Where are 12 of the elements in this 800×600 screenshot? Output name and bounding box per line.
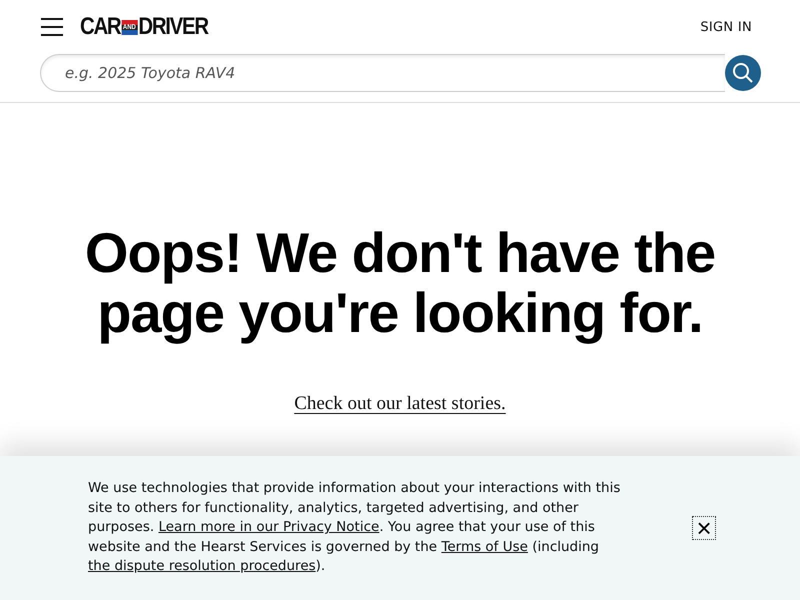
notice-link[interactable]: the dispute resolution procedures bbox=[88, 558, 316, 574]
privacy-notice: We use technologies that provide information about your interactions with this site to others for functionality, analytics, targeted advertising, and other purposes. Learn more in our Privacy Notice. You agree that your use of this website and the Hearst Services is governed by the Terms of Use (including the dispute resolution procedures). bbox=[88, 479, 622, 576]
error-heading: Oops! We don't have the page you're looking for. bbox=[84, 223, 716, 343]
notice-link[interactable]: Learn more in our Privacy Notice bbox=[158, 519, 380, 536]
notice-link[interactable]: Terms of Use bbox=[441, 538, 528, 555]
menu-icon[interactable] bbox=[40, 17, 64, 37]
sign-in-link[interactable]: SIGN IN bbox=[700, 20, 752, 34]
search-icon bbox=[732, 62, 754, 84]
close-button[interactable]: × bbox=[692, 516, 716, 540]
search-field[interactable]: e.g. 2025 Toyota RAV4 bbox=[40, 54, 725, 92]
latest-stories-link[interactable]: Check out our latest stories. bbox=[294, 393, 506, 415]
search-button[interactable] bbox=[725, 55, 761, 91]
